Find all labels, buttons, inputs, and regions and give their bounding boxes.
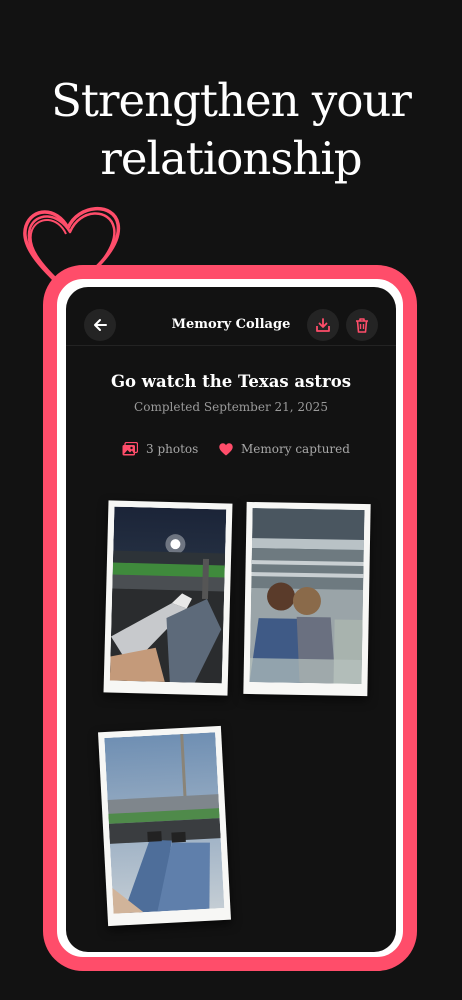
page-title: Memory Collage [171, 317, 291, 332]
collage-photo-3[interactable] [98, 725, 231, 927]
headline-line-2: relationship [100, 132, 362, 185]
memory-status-stat: Memory captured [219, 442, 350, 456]
back-button[interactable] [84, 309, 116, 341]
download-button[interactable] [307, 309, 339, 341]
collage-photo-1[interactable] [103, 500, 233, 696]
trash-icon [356, 318, 368, 333]
collage-photo-2[interactable] [243, 501, 371, 697]
top-bar: Memory Collage [66, 287, 396, 346]
photos-icon [122, 442, 138, 456]
delete-button[interactable] [346, 309, 378, 341]
headline-line-1: Strengthen your [51, 74, 412, 127]
memory-title: Go watch the Texas astros [110, 372, 352, 391]
couple-stadium-photo [249, 508, 365, 684]
headline: Strengthen your relationship [0, 72, 462, 188]
phone-screen: Memory Collage Go watch the Texas astros… [66, 287, 396, 952]
memory-status-label: Memory captured [241, 442, 350, 456]
heart-icon [219, 442, 233, 455]
stadium-night-photo [109, 506, 227, 684]
photos-count-stat: 3 photos [122, 442, 198, 456]
completed-date: Completed September 21, 2025 [134, 400, 328, 414]
stadium-day-photo [104, 732, 225, 914]
photos-count-label: 3 photos [146, 442, 199, 456]
arrow-left-icon [94, 319, 107, 331]
download-icon [316, 318, 330, 332]
